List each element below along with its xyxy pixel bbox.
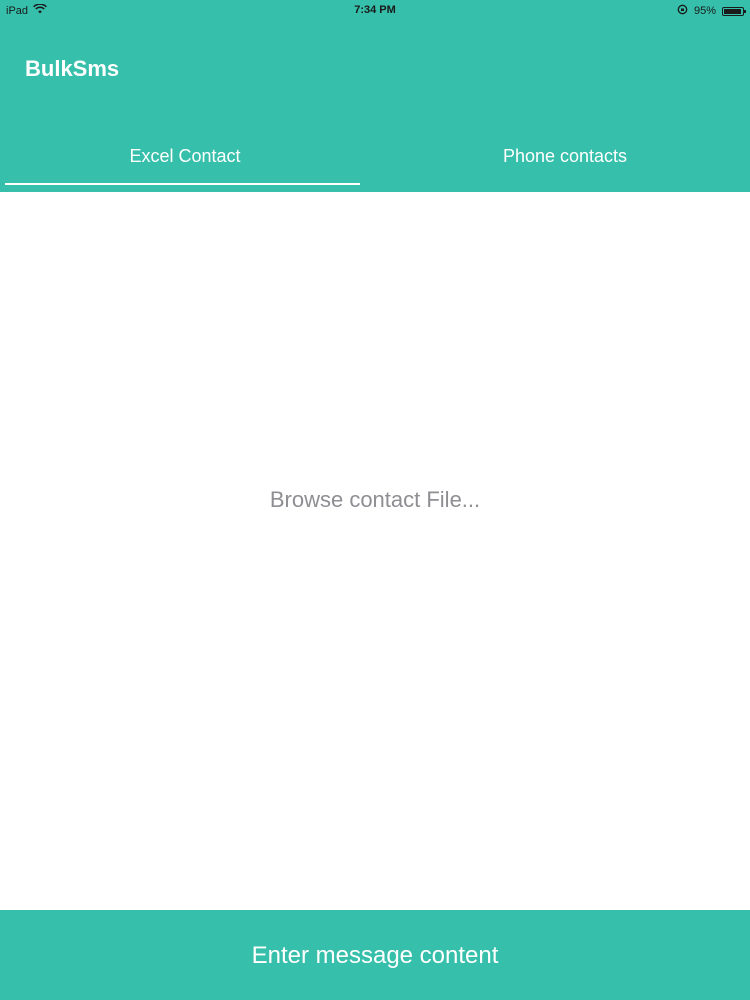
enter-message-button[interactable]: Enter message content [0,910,750,1000]
selected-tab-indicator [5,183,360,185]
tab-label: Phone contacts [502,146,628,166]
battery-percent: 95% [693,5,716,17]
browse-contact-file-button[interactable]: Browse contact File... [0,487,750,513]
battery-icon [722,6,746,16]
tab-excel-contact[interactable]: Excel Contact [0,126,370,192]
battery-cap [744,9,746,13]
tab-label: Excel Contact [129,146,241,166]
content-area: Browse contact File... [0,192,750,910]
app-title: BulkSms [25,56,120,81]
orientation-lock-icon [677,4,688,18]
status-time: 7:34 PM [354,4,396,16]
status-right: 95% [677,4,746,18]
tab-phone-contacts[interactable]: Phone contacts [380,126,750,192]
status-bar: iPad 7:34 PM 95% [0,0,750,22]
app-screen: iPad 7:34 PM 95% BulkSms Excel Contact P… [0,0,750,1000]
tab-bar: Excel Contact Phone contacts [0,126,750,192]
app-header: BulkSms Excel Contact Phone contacts [0,22,750,192]
battery-level [724,8,741,14]
